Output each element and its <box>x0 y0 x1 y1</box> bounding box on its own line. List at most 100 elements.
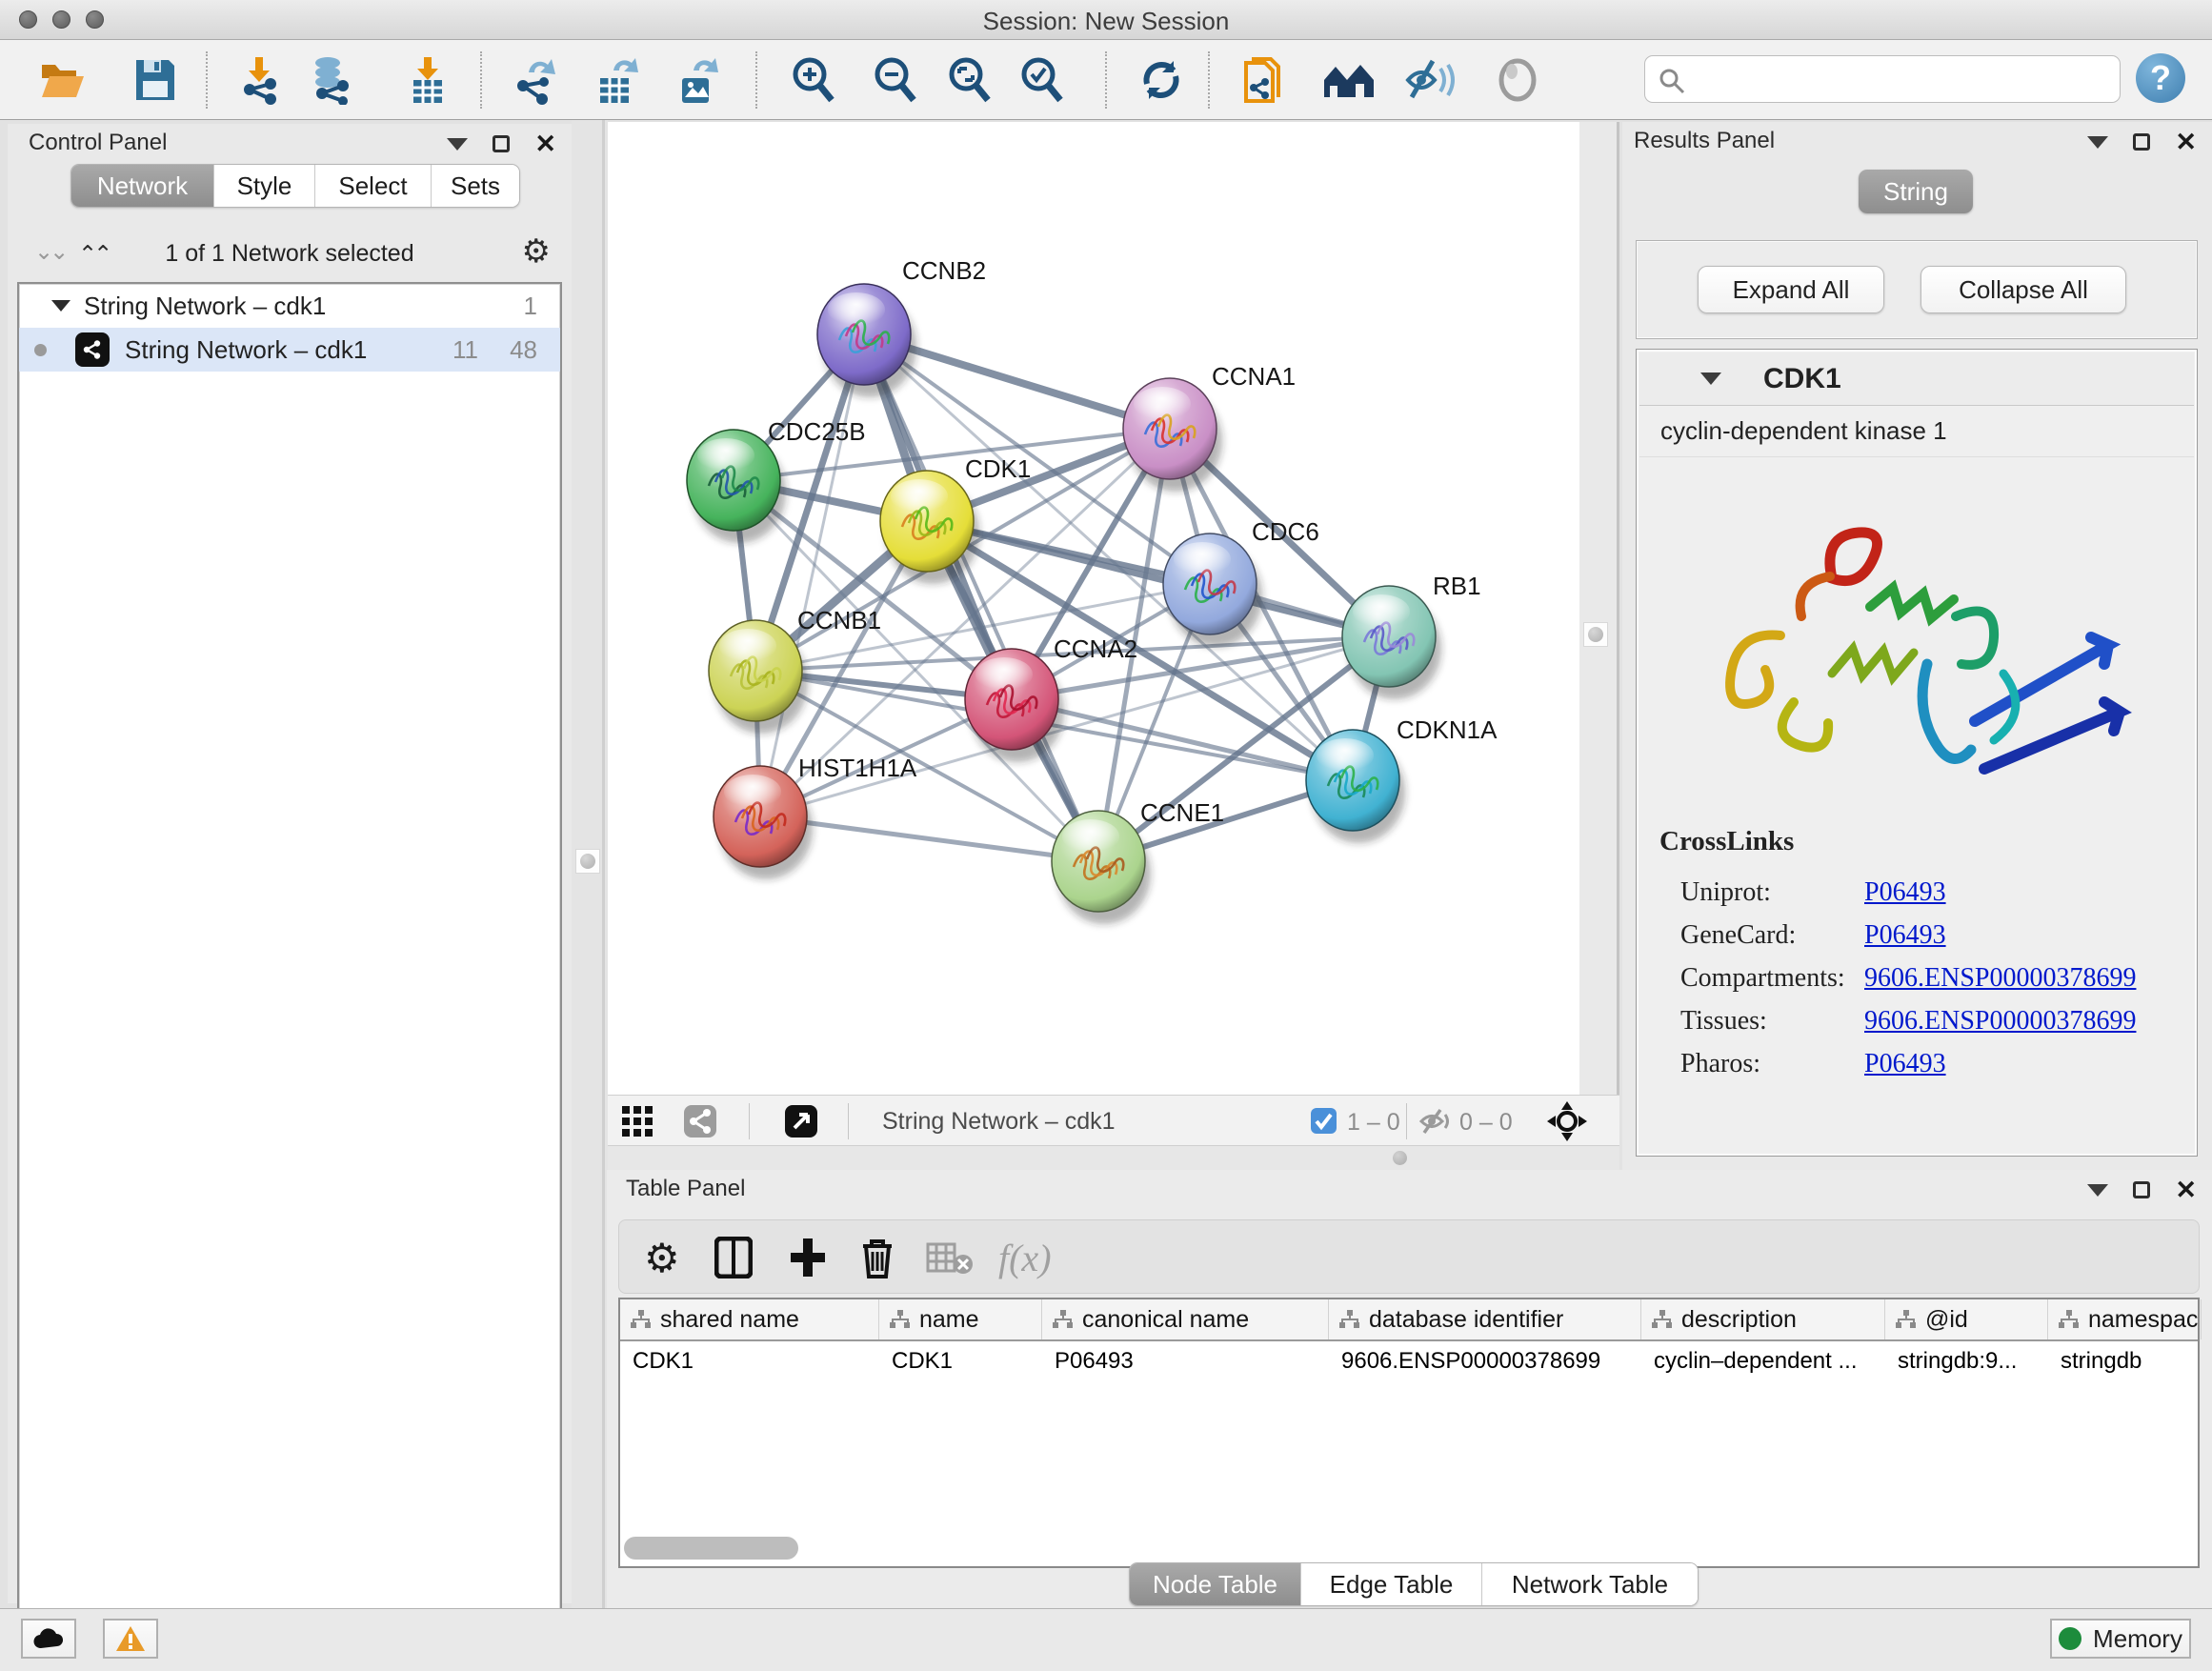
table-cell[interactable]: stringdb <box>2048 1341 2202 1381</box>
memory-button[interactable]: Memory <box>2050 1619 2191 1659</box>
vertical-splitter[interactable] <box>572 120 608 1608</box>
panel-menu-icon[interactable] <box>447 138 468 151</box>
hide-enrichment-icon[interactable] <box>1404 55 1452 105</box>
search-box[interactable] <box>1644 55 2121 103</box>
network-node-CCNE1[interactable] <box>1052 811 1151 924</box>
string-protein-query-icon[interactable] <box>1238 55 1286 105</box>
table-cell[interactable]: cyclin–dependent ... <box>1641 1341 1885 1381</box>
tab-sets[interactable]: Sets <box>432 165 519 207</box>
expand-all-button[interactable]: Expand All <box>1698 266 1884 313</box>
network-node-CDC6[interactable] <box>1163 534 1262 647</box>
delete-column-icon[interactable] <box>859 1236 895 1279</box>
network-view[interactable]: CCNB2CCNA1CDC25BCDK1CDC6RB1CCNB1CCNA2CDK… <box>608 122 1579 1095</box>
network-row[interactable]: String Network – cdk1 11 48 <box>19 328 560 372</box>
network-node-HIST1H1A[interactable] <box>714 766 813 879</box>
open-in-window-icon[interactable] <box>785 1105 817 1142</box>
table-gear-icon[interactable]: ⚙ <box>644 1236 680 1279</box>
crosslink-link[interactable]: P06493 <box>1864 877 1946 907</box>
save-session-icon[interactable] <box>131 55 179 105</box>
zoom-selected-icon[interactable] <box>1017 55 1065 105</box>
apply-layout-icon[interactable] <box>1137 55 1185 105</box>
network-node-CCNA1[interactable] <box>1123 378 1222 492</box>
crosslink-link[interactable]: 9606.ENSP00000378699 <box>1864 963 2136 993</box>
network-collection-row[interactable]: String Network – cdk1 1 <box>19 284 560 328</box>
tab-network-table[interactable]: Network Table <box>1482 1563 1698 1605</box>
panel-float-icon[interactable] <box>2133 133 2150 151</box>
network-right-splitter[interactable] <box>1579 122 1619 1095</box>
tab-network[interactable]: Network <box>71 165 214 207</box>
zoom-fit-icon[interactable] <box>945 55 993 105</box>
tab-style[interactable]: Style <box>214 165 315 207</box>
table-cell[interactable]: P06493 <box>1042 1341 1329 1381</box>
show-columns-icon[interactable] <box>714 1236 753 1279</box>
splitter-grip[interactable] <box>575 849 600 874</box>
cloud-status-button[interactable] <box>21 1619 76 1659</box>
network-node-CCNB2[interactable] <box>817 284 916 397</box>
crosslink-link[interactable]: P06493 <box>1864 1049 1946 1078</box>
grid-view-icon[interactable] <box>621 1105 654 1142</box>
panel-close-icon[interactable]: ✕ <box>534 135 556 152</box>
table-horizontal-scrollbar[interactable] <box>624 1537 798 1560</box>
panel-float-icon[interactable] <box>493 135 510 152</box>
homology-search-icon[interactable] <box>1320 55 1368 105</box>
network-node-RB1[interactable] <box>1342 586 1441 699</box>
warning-status-button[interactable] <box>103 1619 158 1659</box>
selected-checkbox-icon[interactable] <box>1311 1108 1337 1138</box>
column-header-@id[interactable]: @id <box>1885 1299 2048 1339</box>
import-network-file-icon[interactable] <box>236 55 284 105</box>
zoom-in-icon[interactable] <box>789 55 836 105</box>
open-session-icon[interactable] <box>38 55 86 105</box>
panel-menu-icon[interactable] <box>2087 1184 2108 1197</box>
horizontal-splitter[interactable] <box>608 1146 1619 1170</box>
crosslink-link[interactable]: P06493 <box>1864 920 1946 950</box>
section-collapse-icon[interactable] <box>1700 372 1721 385</box>
panel-menu-icon[interactable] <box>2087 136 2108 149</box>
table-cell[interactable]: stringdb:9... <box>1885 1341 2048 1381</box>
share-view-icon[interactable] <box>684 1105 716 1142</box>
column-header-namespac[interactable]: namespac <box>2048 1299 2202 1339</box>
gene-section-header[interactable]: CDK1 <box>1639 352 2194 406</box>
column-header-database-identifier[interactable]: database identifier <box>1329 1299 1641 1339</box>
import-network-database-icon[interactable] <box>307 55 354 105</box>
network-node-CDKN1A[interactable] <box>1306 730 1405 843</box>
network-node-CDK1[interactable] <box>880 471 979 584</box>
export-image-icon[interactable] <box>673 55 720 105</box>
birdseye-icon[interactable] <box>1547 1101 1587 1146</box>
panel-close-icon[interactable]: ✕ <box>2175 133 2197 151</box>
export-network-icon[interactable] <box>512 55 559 105</box>
table-cell[interactable]: CDK1 <box>879 1341 1042 1381</box>
tree-expand-icon[interactable] <box>51 300 70 312</box>
table-row[interactable]: CDK1CDK1P064939606.ENSP00000378699cyclin… <box>620 1341 2198 1381</box>
network-list-header: ⌄⌄ ⌄⌄ 1 of 1 Network selected ⚙ <box>8 231 572 276</box>
hidden-eye-icon[interactable] <box>1419 1108 1452 1139</box>
delete-table-icon[interactable] <box>926 1236 974 1279</box>
node-table[interactable]: shared namenamecanonical namedatabase id… <box>618 1298 2200 1568</box>
function-builder-icon[interactable]: f(x) <box>998 1236 1052 1279</box>
gear-icon[interactable]: ⚙ <box>522 232 551 271</box>
add-column-icon[interactable] <box>789 1236 827 1279</box>
column-header-shared-name[interactable]: shared name <box>620 1299 879 1339</box>
tab-edge-table[interactable]: Edge Table <box>1301 1563 1482 1605</box>
network-node-CDC25B[interactable] <box>687 430 786 543</box>
table-cell[interactable]: CDK1 <box>620 1341 879 1381</box>
crosslink-link[interactable]: 9606.ENSP00000378699 <box>1864 1006 2136 1036</box>
tab-string[interactable]: String <box>1859 170 1973 213</box>
current-network-dot <box>34 344 47 356</box>
tab-node-table[interactable]: Node Table <box>1130 1563 1301 1605</box>
column-header-name[interactable]: name <box>879 1299 1042 1339</box>
import-table-file-icon[interactable] <box>404 55 452 105</box>
zoom-out-icon[interactable] <box>871 55 918 105</box>
table-cell[interactable]: 9606.ENSP00000378699 <box>1329 1341 1641 1381</box>
panel-float-icon[interactable] <box>2133 1181 2150 1198</box>
tab-select[interactable]: Select <box>315 165 432 207</box>
search-input[interactable] <box>1695 60 2104 98</box>
column-header-canonical-name[interactable]: canonical name <box>1042 1299 1329 1339</box>
export-table-icon[interactable] <box>593 55 640 105</box>
help-icon[interactable]: ? <box>2136 53 2185 103</box>
panel-close-icon[interactable]: ✕ <box>2175 1181 2197 1198</box>
collapse-all-button[interactable]: Collapse All <box>1920 266 2126 313</box>
network-node-CCNA2[interactable] <box>965 649 1064 762</box>
splitter-grip[interactable] <box>1583 622 1608 647</box>
column-header-description[interactable]: description <box>1641 1299 1885 1339</box>
show-sphere-icon[interactable] <box>1494 55 1541 105</box>
